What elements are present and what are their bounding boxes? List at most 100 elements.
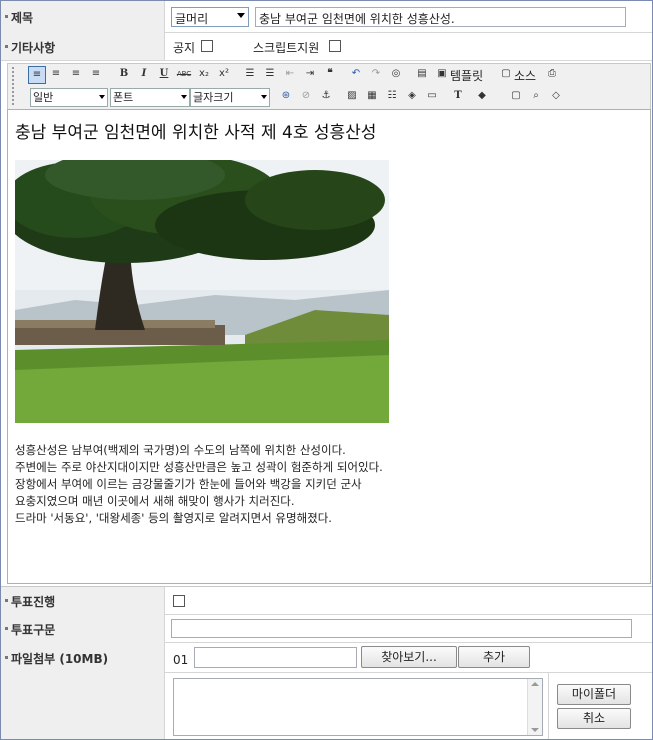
scroll-down-icon[interactable] — [531, 728, 539, 732]
add-file-button[interactable]: 추가 — [458, 646, 530, 668]
background-color-icon[interactable]: ◆ — [474, 88, 490, 104]
body-line-2: 주변에는 주로 야산지대이지만 성흥산만큼은 높고 성곽이 험준하게 되어있다. — [15, 460, 383, 474]
tree-photo — [15, 160, 389, 423]
file-index: 01 — [173, 653, 189, 667]
vote-checkbox[interactable] — [173, 595, 185, 607]
body-line-1: 성흥산성은 남부여(백제의 국가명)의 수도의 남쪽에 위치한 산성이다. — [15, 443, 346, 457]
blockquote-icon[interactable]: ❝ — [322, 66, 338, 82]
undo-icon[interactable]: ↶ — [348, 66, 364, 82]
title-input[interactable]: 충남 부여군 임천면에 위치한 성흥산성. — [255, 7, 626, 27]
text-color-icon[interactable]: T — [450, 88, 466, 104]
toolbar-row-1: ≡ ≡ ≡ ≡ B I U ABC x₂ x² ☰ ☰ ⇤ ⇥ ❝ ↶ ↷ ◎ … — [28, 66, 648, 86]
align-center-icon[interactable]: ≡ — [48, 66, 64, 82]
align-left-icon[interactable]: ≡ — [28, 66, 46, 84]
browse-button[interactable]: 찾아보기... — [361, 646, 457, 668]
scroll-up-icon[interactable] — [531, 682, 539, 686]
zoom-icon[interactable]: ⌕ — [528, 88, 544, 104]
indent-icon[interactable]: ⇥ — [302, 66, 318, 82]
vote-item-label: 투표구문 — [11, 623, 56, 637]
media-icon[interactable]: ◈ — [404, 88, 420, 104]
chevron-down-icon — [181, 95, 187, 99]
my-folder-button[interactable]: 마이폴더 — [557, 684, 631, 705]
file-list-scrollbar[interactable] — [527, 679, 542, 735]
size-select-value: 글자크기 — [193, 91, 234, 104]
toolbar-row-2: 일반 폰트 글자크기 ⊛ ⊘ ⚓ ▨ ▦ ☷ ◈ ▭ T ◆ ▢ ⌕ ◇ — [28, 88, 648, 108]
redo-icon[interactable]: ↷ — [368, 66, 384, 82]
toolbar-grip[interactable] — [12, 67, 19, 105]
chevron-down-icon — [99, 95, 105, 99]
bullet-icon — [5, 656, 8, 659]
template-icon[interactable]: ▣ — [434, 66, 450, 82]
vote-item-label-cell: 투표구문 — [1, 614, 165, 642]
vote-label-cell: 투표진행 — [1, 587, 165, 614]
chevron-down-icon — [261, 95, 267, 99]
file-button-divider — [548, 672, 549, 739]
write-form: 제목 글머리 충남 부여군 임천면에 위치한 성흥산성. 기타사항 공지 스크립… — [0, 0, 653, 740]
file-divider — [165, 672, 652, 673]
bullet-icon — [5, 627, 8, 630]
body-line-4: 요충지였으며 매년 이곳에서 새해 해맞이 행사가 치러진다. — [15, 494, 295, 508]
subscript-icon[interactable]: x₂ — [196, 66, 212, 82]
title-category-select[interactable]: 글머리 — [171, 7, 249, 27]
chevron-down-icon — [237, 13, 245, 18]
find-icon[interactable]: ◎ — [388, 66, 404, 82]
title-input-value: 충남 부여군 임천면에 위치한 성흥산성. — [259, 12, 455, 26]
unlink-icon[interactable]: ⊘ — [298, 88, 314, 104]
title-label-cell: 제목 — [1, 1, 165, 32]
vote-label: 투표진행 — [11, 595, 56, 609]
editor-toolbar: ≡ ≡ ≡ ≡ B I U ABC x₂ x² ☰ ☰ ⇤ ⇥ ❝ ↶ ↷ ◎ … — [7, 63, 651, 111]
bullet-icon — [5, 45, 8, 48]
eraser-icon[interactable]: ◇ — [548, 88, 564, 104]
anchor-icon[interactable]: ⚓ — [318, 88, 334, 104]
editor-photo — [15, 160, 389, 423]
vote-item-row: 투표구문 — [1, 614, 652, 643]
superscript-icon[interactable]: x² — [216, 66, 232, 82]
file-label-cell: 파일첨부 (10MB) — [1, 642, 165, 739]
size-select[interactable]: 글자크기 — [190, 88, 270, 107]
vote-item-input[interactable] — [171, 619, 632, 638]
outdent-icon[interactable]: ⇤ — [282, 66, 298, 82]
file-path-input[interactable] — [194, 647, 357, 668]
title-category-value: 글머리 — [175, 12, 209, 26]
cancel-button[interactable]: 취소 — [557, 708, 631, 729]
script-support-checkbox[interactable] — [329, 40, 341, 52]
preview-icon[interactable]: ▤ — [414, 66, 430, 82]
vote-row: 투표진행 — [1, 587, 652, 615]
ordered-list-icon[interactable]: ☰ — [242, 66, 258, 82]
etc-label-cell: 기타사항 — [1, 32, 165, 60]
body-line-3: 장항에서 부여에 이르는 금강물줄기가 한눈에 들어와 백강을 지키던 군사 — [15, 477, 362, 491]
attached-files-list[interactable] — [173, 678, 543, 736]
script-support-label: 스크립트지원 — [253, 41, 320, 55]
link-icon[interactable]: ⊛ — [278, 88, 294, 104]
bullet-icon — [5, 599, 8, 602]
file-label: 파일첨부 (10MB) — [11, 652, 109, 666]
source-label[interactable]: 소스 — [514, 67, 536, 84]
unordered-list-icon[interactable]: ☰ — [262, 66, 278, 82]
horizontal-rule-icon[interactable]: ☷ — [384, 88, 400, 104]
notice-label: 공지 — [173, 41, 196, 55]
image-icon[interactable]: ▨ — [344, 88, 360, 104]
editor-content[interactable]: 충남 부여군 임천면에 위치한 사적 제 4호 성흥산성 성흥산성은 남부여(백… — [7, 109, 651, 584]
bold-icon[interactable]: B — [116, 66, 132, 82]
template-label[interactable]: 템플릿 — [450, 67, 483, 84]
table-icon[interactable]: ▦ — [364, 88, 380, 104]
font-select[interactable]: 폰트 — [110, 88, 190, 107]
bullet-icon — [5, 15, 8, 18]
source-icon[interactable]: ▢ — [498, 66, 514, 82]
editor-body: 성흥산성은 남부여(백제의 국가명)의 수도의 남쪽에 위치한 산성이다. 주변… — [15, 442, 383, 527]
strikethrough-icon[interactable]: ABC — [176, 66, 192, 82]
title-row: 제목 글머리 충남 부여군 임천면에 위치한 성흥산성. — [1, 1, 652, 33]
align-justify-icon[interactable]: ≡ — [88, 66, 104, 82]
title-label: 제목 — [11, 11, 34, 25]
form-icon[interactable]: ▭ — [424, 88, 440, 104]
align-right-icon[interactable]: ≡ — [68, 66, 84, 82]
underline-icon[interactable]: U — [156, 66, 172, 82]
format-select[interactable]: 일반 — [30, 88, 108, 107]
body-line-5: 드라마 '서동요', '대왕세종' 등의 촬영지로 알려지면서 유명해졌다. — [15, 511, 332, 525]
notice-checkbox[interactable] — [201, 40, 213, 52]
font-select-value: 폰트 — [113, 91, 134, 104]
italic-icon[interactable]: I — [136, 66, 152, 82]
fullscreen-icon[interactable]: ▢ — [508, 88, 524, 104]
format-select-value: 일반 — [33, 91, 54, 104]
print-icon[interactable]: ⎙ — [544, 66, 560, 82]
